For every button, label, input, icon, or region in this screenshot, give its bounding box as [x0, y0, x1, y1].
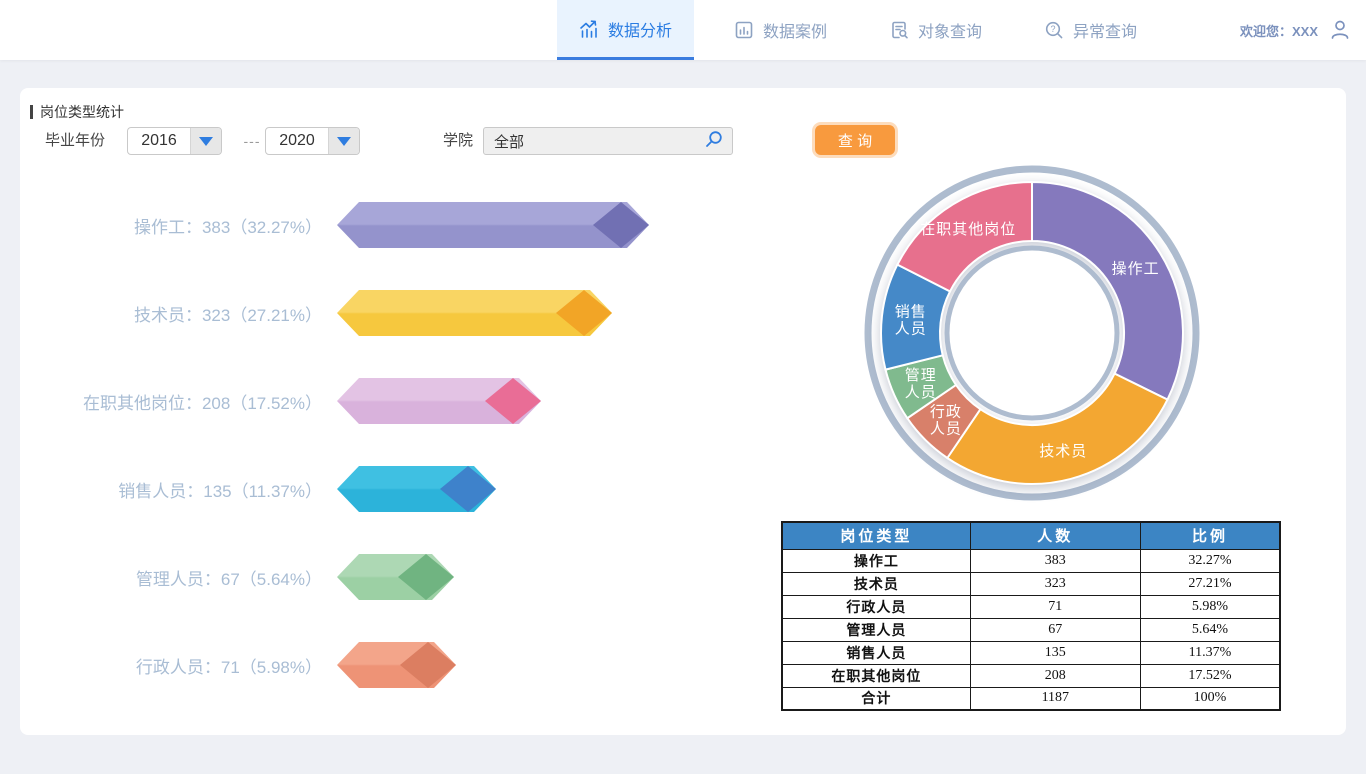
table-cell: 32.27% — [1140, 549, 1280, 572]
bar-row-sales: 销售人员：135（11.37%） — [22, 466, 496, 512]
bar-operator — [337, 202, 649, 248]
tab-abnormal-search[interactable]: ? 异常查询 — [1022, 0, 1159, 60]
table-cell: 208 — [970, 664, 1140, 687]
table-cell: 323 — [970, 572, 1140, 595]
chevron-down-icon — [328, 128, 359, 154]
table-cell: 在职其他岗位 — [782, 664, 970, 687]
college-search-box — [483, 127, 733, 155]
table-cell: 合计 — [782, 687, 970, 710]
tab-data-case[interactable]: 数据案例 — [712, 0, 849, 60]
bar-row-management: 管理人员：67（5.64%） — [22, 554, 454, 600]
table-cell: 管理人员 — [782, 618, 970, 641]
welcome-text: 欢迎您：XXX — [1240, 21, 1318, 40]
analysis-chart-icon — [579, 19, 599, 39]
welcome-area: 欢迎您：XXX — [1240, 0, 1352, 60]
stats-panel: 岗位类型统计 毕业年份 2016 --- 2020 学院 查 询 操作工：383… — [20, 88, 1346, 735]
title-tick-bar — [30, 105, 33, 119]
chevron-down-icon — [190, 128, 221, 154]
user-icon[interactable] — [1328, 17, 1352, 44]
year-to-value: 2020 — [266, 128, 328, 154]
table-cell: 1187 — [970, 687, 1140, 710]
panel-title: 岗位类型统计 — [30, 102, 124, 122]
table-cell: 27.21% — [1140, 572, 1280, 595]
table-header-cell: 人数 — [970, 522, 1140, 549]
table-cell: 17.52% — [1140, 664, 1280, 687]
table-cell: 行政人员 — [782, 595, 970, 618]
bar-label: 在职其他岗位：208（17.52%） — [22, 389, 322, 414]
search-icon[interactable] — [704, 129, 724, 154]
year-from-value: 2016 — [128, 128, 190, 154]
tab-label: 异常查询 — [1073, 18, 1137, 42]
app-header: 数据分析 数据案例 对象查询 — [0, 0, 1366, 60]
table-row: 技术员 323 27.21% — [782, 572, 1280, 595]
college-label: 学院 — [443, 127, 473, 155]
year-from-dropdown[interactable]: 2016 — [127, 127, 222, 155]
bar-management — [337, 554, 454, 600]
table-row: 管理人员 67 5.64% — [782, 618, 1280, 641]
table-row: 在职其他岗位 208 17.52% — [782, 664, 1280, 687]
donut-chart-svg: 操作工技术员 行政人员管理人员 销售人员 在职其他岗位 — [852, 153, 1212, 513]
table-header-cell: 岗位类型 — [782, 522, 970, 549]
table-cell: 11.37% — [1140, 641, 1280, 664]
query-button[interactable]: 查 询 — [815, 125, 895, 155]
donut-slice-label: 技术员 — [1039, 443, 1087, 460]
table-cell: 5.64% — [1140, 618, 1280, 641]
donut-slice-label: 管理人员 — [905, 367, 937, 401]
bar-row-admin: 行政人员：71（5.98%） — [22, 642, 456, 688]
table-cell: 71 — [970, 595, 1140, 618]
table-header-row: 岗位类型 人数 比例 — [782, 522, 1280, 549]
main-nav: 数据分析 数据案例 对象查询 — [557, 0, 1177, 60]
year-to-dropdown[interactable]: 2020 — [265, 127, 360, 155]
bar-row-other-posts: 在职其他岗位：208（17.52%） — [22, 378, 541, 424]
table-cell: 100% — [1140, 687, 1280, 710]
bar-label: 管理人员：67（5.64%） — [22, 565, 322, 590]
bar-other-posts — [337, 378, 541, 424]
bar-label: 技术员：323（27.21%） — [22, 301, 322, 326]
table-cell: 383 — [970, 549, 1140, 572]
tab-data-analysis[interactable]: 数据分析 — [557, 0, 694, 60]
abnormal-search-icon: ? — [1044, 20, 1064, 40]
donut-slice-label: 销售人员 — [895, 303, 927, 337]
table-row: 销售人员 135 11.37% — [782, 641, 1280, 664]
data-case-icon — [734, 20, 754, 40]
table-row: 行政人员 71 5.98% — [782, 595, 1280, 618]
bar-row-technician: 技术员：323（27.21%） — [22, 290, 612, 336]
svg-text:?: ? — [1051, 24, 1056, 34]
bar-label: 销售人员：135（11.37%） — [22, 477, 322, 502]
bar-admin — [337, 642, 456, 688]
table-total-row: 合计 1187 100% — [782, 687, 1280, 710]
donut-slice-label: 行政人员 — [930, 403, 962, 437]
donut-chart: 操作工技术员 行政人员管理人员 销售人员 在职其他岗位 — [852, 153, 1212, 513]
bar-row-operator: 操作工：383（32.27%） — [22, 202, 649, 248]
tab-label: 数据案例 — [763, 18, 827, 42]
table-header-cell: 比例 — [1140, 522, 1280, 549]
job-type-table: 岗位类型 人数 比例 操作工 383 32.27% 技术员 323 27.21%… — [781, 521, 1281, 711]
table-row: 操作工 383 32.27% — [782, 549, 1280, 572]
table-cell: 销售人员 — [782, 641, 970, 664]
bar-label: 操作工：383（32.27%） — [22, 213, 322, 238]
tab-object-search[interactable]: 对象查询 — [867, 0, 1004, 60]
bar-sales — [337, 466, 496, 512]
donut-slice-label: 在职其他岗位 — [920, 221, 1016, 238]
table-cell: 5.98% — [1140, 595, 1280, 618]
tab-label: 数据分析 — [608, 17, 672, 41]
table-cell: 操作工 — [782, 549, 970, 572]
table-cell: 67 — [970, 618, 1140, 641]
table-cell: 135 — [970, 641, 1140, 664]
bar-technician — [337, 290, 612, 336]
object-search-icon — [889, 20, 909, 40]
donut-inner-ring — [947, 248, 1117, 418]
bar-label: 行政人员：71（5.98%） — [22, 653, 322, 678]
donut-slice-label: 操作工 — [1112, 261, 1160, 278]
table-cell: 技术员 — [782, 572, 970, 595]
college-search-input[interactable] — [494, 133, 704, 150]
tab-label: 对象查询 — [918, 18, 982, 42]
year-label: 毕业年份 — [45, 127, 105, 155]
panel-title-text: 岗位类型统计 — [40, 102, 124, 122]
